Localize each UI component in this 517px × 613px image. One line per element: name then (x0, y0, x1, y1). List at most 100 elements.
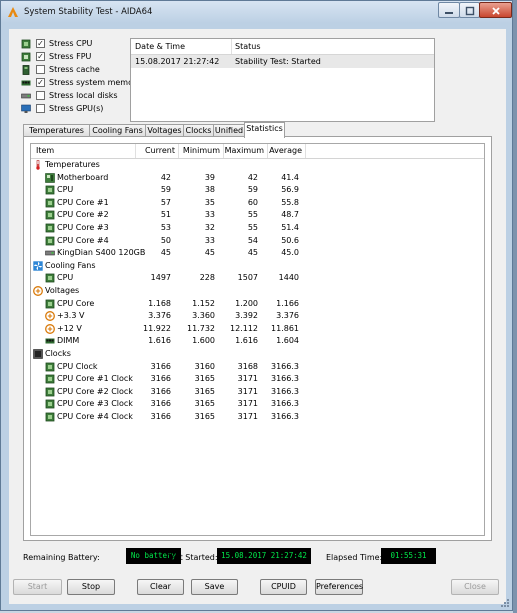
statistics-table[interactable]: Item Current Minimum Maximum Average Tempera… (30, 143, 485, 536)
table-group-row[interactable]: Clocks (31, 348, 484, 361)
stress-checkbox[interactable]: ✓ (36, 52, 45, 61)
monitor-icon (21, 104, 31, 114)
thermometer-icon (33, 160, 42, 170)
column-header-current[interactable]: Current (136, 144, 179, 158)
maximize-icon (465, 6, 474, 16)
cpuid-button[interactable]: CPUID (260, 579, 307, 595)
table-row[interactable]: CPU Core #4 50 33 54 50.6 (31, 235, 484, 248)
value-current: 57 (160, 197, 171, 207)
resize-grip-icon[interactable] (501, 599, 509, 607)
preferences-button[interactable]: Preferences (315, 579, 363, 595)
sensor-name: CPU Core #1 Clock (57, 374, 133, 384)
column-header-item[interactable]: Item (31, 144, 136, 158)
value-minimum: 45 (204, 248, 215, 258)
value-maximum: 3171 (237, 411, 258, 421)
stress-checkbox[interactable]: ✓ (36, 39, 45, 48)
table-row[interactable]: Motherboard 42 39 42 41.4 (31, 172, 484, 185)
stress-checkbox[interactable] (36, 65, 45, 74)
stress-option-label: Stress CPU (49, 39, 93, 48)
value-current: 3166 (150, 411, 171, 421)
column-header-maximum[interactable]: Maximum (224, 144, 268, 158)
log-header: Date & Time Status (131, 39, 434, 55)
sensor-name: CPU Core #3 (57, 222, 109, 232)
table-row[interactable]: KingDian S400 120GB 45 45 45 45.0 (31, 247, 484, 260)
table-row[interactable]: CPU Core #2 51 33 55 48.7 (31, 209, 484, 222)
value-current: 3166 (150, 386, 171, 396)
table-header: Item Current Minimum Maximum Average (31, 144, 484, 159)
stop-button[interactable]: Stop (67, 579, 115, 595)
stress-option-row[interactable]: ✓ Stress CPU (21, 38, 141, 51)
close-button[interactable]: Close (451, 579, 499, 595)
value-maximum: 3168 (237, 361, 258, 371)
table-row[interactable]: CPU Core #1 Clock 3166 3165 3171 3166.3 (31, 373, 484, 386)
desktop-edge (513, 0, 517, 613)
table-row[interactable]: CPU Core 1.168 1.152 1.200 1.166 (31, 298, 484, 311)
table-row[interactable]: +12 V 11.922 11.732 12.112 11.861 (31, 323, 484, 336)
value-average: 3.376 (276, 311, 299, 321)
sensor-name: CPU Core #2 Clock (57, 386, 133, 396)
save-button[interactable]: Save (191, 579, 238, 595)
started-label: Test Started: (167, 553, 218, 562)
clear-button[interactable]: Clear (137, 579, 184, 595)
test-log[interactable]: Date & Time Status 15.08.2017 21:27:42 S… (130, 38, 435, 122)
log-col-status: Status (235, 42, 261, 51)
value-minimum: 35 (204, 197, 215, 207)
table-row[interactable]: CPU 59 38 59 56.9 (31, 184, 484, 197)
memory-module-icon (45, 336, 55, 345)
elapsed-label: Elapsed Time: (326, 553, 383, 562)
value-maximum: 1507 (237, 273, 258, 283)
value-minimum: 3160 (194, 361, 215, 371)
group-label: Temperatures (45, 160, 100, 169)
stress-checkbox[interactable] (36, 104, 45, 113)
motherboard-icon (45, 172, 55, 183)
table-row[interactable]: CPU Core #1 57 35 60 55.8 (31, 197, 484, 210)
elapsed-display: 01:55:31 (381, 548, 436, 564)
table-group-row[interactable]: Cooling Fans (31, 260, 484, 273)
value-maximum: 45 (247, 248, 258, 258)
table-row[interactable]: CPU Core #4 Clock 3166 3165 3171 3166.3 (31, 411, 484, 424)
cpu-chip-icon (45, 198, 55, 208)
stress-checkbox[interactable] (36, 91, 45, 100)
table-row[interactable]: CPU Clock 3166 3160 3168 3166.3 (31, 361, 484, 374)
table-row[interactable]: DIMM 1.616 1.600 1.616 1.604 (31, 335, 484, 348)
value-average: 48.7 (281, 210, 299, 220)
cpu-chip-icon (45, 236, 55, 245)
voltage-icon (45, 323, 55, 334)
table-row[interactable]: CPU Core #2 Clock 3166 3165 3171 3166.3 (31, 386, 484, 399)
value-maximum: 3171 (237, 386, 258, 396)
stress-option-row[interactable]: ✓ Stress system memory (21, 77, 141, 90)
table-group-row[interactable]: Temperatures (31, 159, 484, 172)
stress-option-row[interactable]: Stress local disks (21, 90, 141, 103)
value-current: 59 (160, 185, 171, 195)
value-current: 1497 (150, 273, 171, 283)
start-button[interactable]: Start (13, 579, 62, 595)
column-header-average[interactable]: Average (268, 144, 306, 158)
sensor-name: CPU Core (57, 298, 95, 308)
sensor-name: CPU Core #2 (57, 210, 109, 220)
stress-checkbox[interactable]: ✓ (36, 78, 45, 87)
value-average: 1.166 (276, 298, 299, 308)
table-row[interactable]: CPU Core #3 53 32 55 51.4 (31, 222, 484, 235)
close-window-button[interactable] (479, 2, 512, 18)
maximize-button[interactable] (459, 2, 480, 18)
table-group-row[interactable]: Voltages (31, 285, 484, 298)
value-maximum: 54 (247, 235, 258, 245)
sensor-name: CPU Core #1 (57, 197, 109, 207)
table-row[interactable]: +3.3 V 3.376 3.360 3.392 3.376 (31, 310, 484, 323)
disk-drive-icon (21, 91, 31, 101)
minimize-button[interactable] (438, 2, 460, 18)
stress-option-row[interactable]: Stress GPU(s) (21, 103, 141, 116)
value-current: 3.376 (148, 311, 171, 321)
value-current: 50 (160, 235, 171, 245)
value-average: 3166.3 (271, 386, 299, 396)
stress-option-row[interactable]: Stress cache (21, 64, 141, 77)
column-header-minimum[interactable]: Minimum (179, 144, 224, 158)
log-datetime: 15.08.2017 21:27:42 (135, 57, 220, 66)
title-bar[interactable]: System Stability Test - AIDA64 (1, 1, 512, 23)
tab-statistics[interactable]: Statistics (244, 122, 285, 138)
table-row[interactable]: CPU Core #3 Clock 3166 3165 3171 3166.3 (31, 398, 484, 411)
log-row[interactable]: 15.08.2017 21:27:42 Stability Test: Star… (131, 55, 434, 68)
stress-option-row[interactable]: ✓ Stress FPU (21, 51, 141, 64)
table-row[interactable]: CPU 1497 228 1507 1440 (31, 272, 484, 285)
value-current: 45 (160, 248, 171, 258)
